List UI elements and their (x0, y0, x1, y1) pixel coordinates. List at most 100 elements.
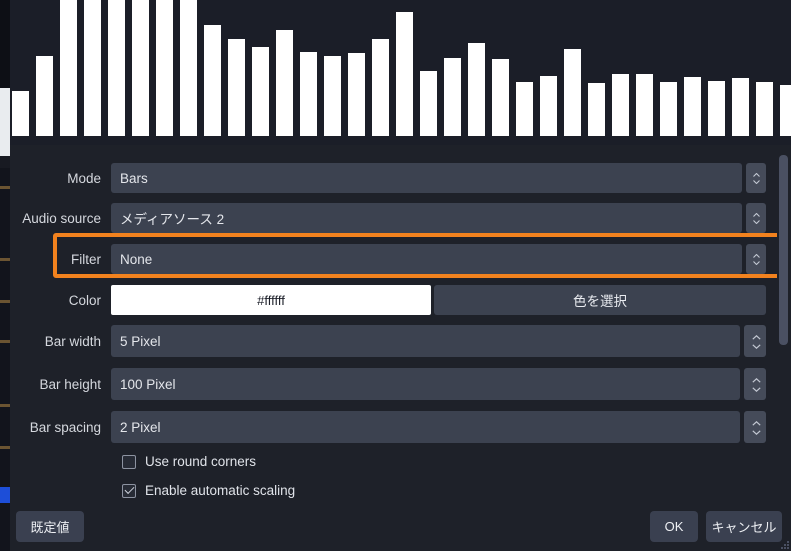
spectrum-bar (660, 82, 677, 136)
bar-spacing-label: Bar spacing (29, 419, 101, 435)
spectrum-bar (636, 74, 653, 136)
color-row: Color #ffffff 色を選択 (10, 281, 791, 319)
form-scrollbar-thumb[interactable] (779, 155, 788, 345)
bar-height-row: Bar height 100 Pixel (10, 365, 791, 403)
properties-form: Mode Bars Audio source メディアソース 2 Filter … (10, 145, 791, 502)
spectrum-preview (10, 0, 791, 145)
dialog-screen: Mode Bars Audio source メディアソース 2 Filter … (0, 0, 791, 551)
bg-text-line (0, 300, 10, 303)
bar-height-input[interactable]: 100 Pixel (111, 368, 740, 400)
chevron-down-icon (752, 260, 760, 265)
resize-grip-icon[interactable] (781, 541, 789, 549)
defaults-button[interactable]: 既定値 (16, 511, 84, 542)
bar-width-stepper[interactable] (744, 325, 766, 357)
spectrum-bar (252, 47, 269, 136)
audio-source-combobox[interactable]: メディアソース 2 (111, 203, 742, 233)
mode-dropdown-button[interactable] (746, 163, 766, 193)
spectrum-bar (372, 39, 389, 136)
spectrum-bar (132, 0, 149, 136)
spectrum-bar (684, 77, 701, 136)
mode-row: Mode Bars (10, 159, 791, 197)
chevron-up-icon (752, 253, 760, 258)
bar-spacing-input[interactable]: 2 Pixel (111, 411, 740, 443)
pick-color-button[interactable]: 色を選択 (434, 285, 766, 315)
spectrum-baseline (10, 136, 791, 145)
color-label: Color (68, 292, 101, 308)
audio-source-row: Audio source メディアソース 2 (10, 199, 791, 237)
defaults-label: 既定値 (30, 520, 70, 535)
spectrum-bar (564, 49, 581, 136)
spectrum-bar (108, 0, 125, 136)
enable-automatic-scaling-label: Enable automatic scaling (145, 483, 296, 498)
stepper-down-icon[interactable] (751, 386, 761, 392)
filter-label: Filter (71, 251, 101, 267)
mode-label: Mode (67, 170, 101, 186)
chevron-down-icon (752, 179, 760, 184)
spectrum-bar (300, 52, 317, 136)
spectrum-bar (732, 78, 749, 136)
spectrum-bar (708, 81, 725, 136)
spectrum-bar (204, 25, 221, 136)
bg-text-line (0, 446, 10, 449)
spectrum-bar (780, 85, 791, 136)
spectrum-bar (756, 82, 773, 136)
cancel-label: キャンセル (711, 520, 777, 535)
ok-button[interactable]: OK (650, 511, 698, 542)
color-value-field[interactable]: #ffffff (111, 285, 431, 315)
bar-spacing-stepper[interactable] (744, 411, 766, 443)
stepper-up-icon[interactable] (751, 334, 761, 340)
pick-color-label: 色を選択 (573, 294, 627, 309)
stepper-down-icon[interactable] (751, 429, 761, 435)
stepper-up-icon[interactable] (751, 377, 761, 383)
spectrum-bar (12, 91, 29, 136)
spectrum-bar (444, 58, 461, 136)
filter-value: None (120, 251, 153, 267)
spectrum-bar (468, 43, 485, 136)
spectrum-bar (156, 0, 173, 136)
spectrum-bar (420, 71, 437, 136)
bar-width-input[interactable]: 5 Pixel (111, 325, 740, 357)
chevron-up-icon (752, 212, 760, 217)
color-hex-text: #ffffff (257, 292, 285, 308)
spectrum-bar (228, 39, 245, 136)
audio-source-label: Audio source (22, 210, 101, 226)
mode-value: Bars (120, 170, 148, 186)
use-round-corners-checkbox[interactable] (122, 454, 136, 469)
cancel-button[interactable]: キャンセル (706, 511, 782, 542)
stepper-up-icon[interactable] (751, 420, 761, 426)
bg-strip-top (0, 0, 10, 88)
chevron-down-icon (752, 219, 760, 224)
bar-width-label: Bar width (44, 333, 101, 349)
spectrum-bar (324, 56, 341, 136)
spectrum-bar (540, 76, 557, 136)
spectrum-bar (588, 83, 605, 136)
bar-spacing-value: 2 Pixel (120, 419, 161, 435)
bar-height-label: Bar height (39, 376, 101, 392)
use-round-corners-row[interactable]: Use round corners (122, 454, 256, 469)
audio-source-dropdown-button[interactable] (746, 203, 766, 233)
bar-height-stepper[interactable] (744, 368, 766, 400)
filter-combobox[interactable]: None (111, 244, 742, 274)
bg-text-line (0, 186, 10, 189)
spectrum-bar (612, 74, 629, 136)
spectrum-bar (492, 59, 509, 136)
spectrum-bar (516, 82, 533, 136)
enable-automatic-scaling-checkbox[interactable] (122, 483, 136, 498)
spectrum-bar (180, 0, 197, 136)
bar-width-row: Bar width 5 Pixel (10, 322, 791, 360)
bar-spacing-row: Bar spacing 2 Pixel (10, 408, 791, 446)
spectrum-bar (348, 53, 365, 136)
source-properties-dialog: Mode Bars Audio source メディアソース 2 Filter … (10, 0, 791, 551)
bg-selected-row (0, 487, 10, 503)
mode-combobox[interactable]: Bars (111, 163, 742, 193)
bg-text-line (0, 258, 10, 261)
spectrum-bar (36, 56, 53, 136)
dialog-footer: 既定値 OK キャンセル (10, 502, 791, 551)
enable-automatic-scaling-row[interactable]: Enable automatic scaling (122, 483, 295, 498)
bg-strip-white (0, 88, 10, 156)
spectrum-bar (396, 12, 413, 136)
filter-dropdown-button[interactable] (746, 244, 766, 274)
stepper-down-icon[interactable] (751, 343, 761, 349)
bg-strip-dark (0, 156, 10, 168)
ok-label: OK (664, 519, 684, 534)
